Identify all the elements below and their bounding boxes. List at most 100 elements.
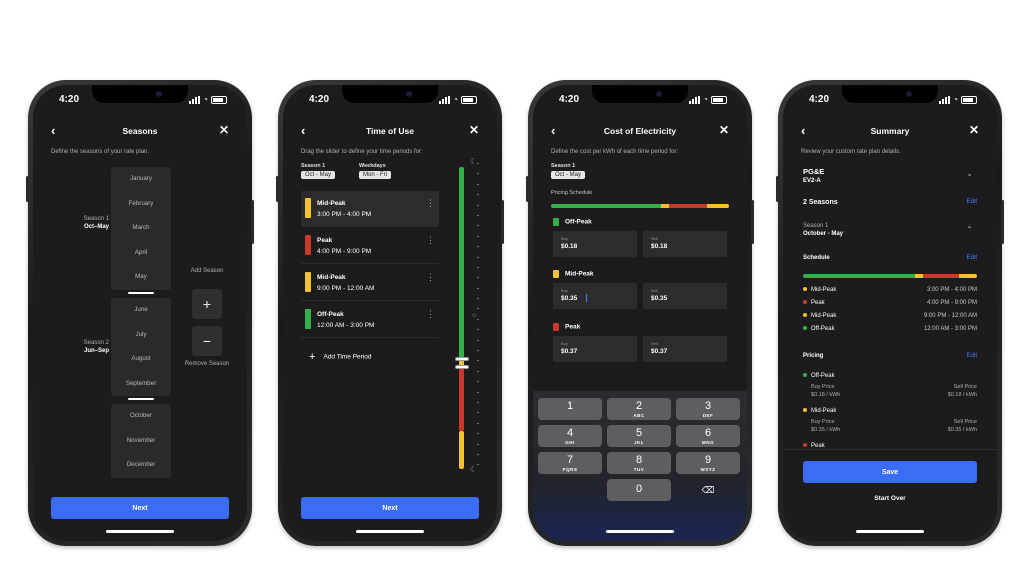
edit-schedule-link[interactable]: Edit <box>967 255 977 261</box>
schedule-row: Mid-Peak 9:00 PM - 12:00 AM <box>803 313 977 323</box>
key-4[interactable]: 4 GHI <box>538 425 602 447</box>
signal-icon <box>189 95 201 104</box>
key-9[interactable]: 9 WXYZ <box>676 452 740 474</box>
time-period-row[interactable]: Mid-Peak 9:00 PM - 12:00 AM ⋮ <box>301 265 439 301</box>
month-item[interactable]: August <box>111 347 171 372</box>
chevron-down-icon[interactable]: ⌄ <box>966 169 973 178</box>
sell-value: $0.35 <box>651 295 668 302</box>
close-icon[interactable]: ✕ <box>719 123 729 137</box>
buy-price-input[interactable]: Buy $0.18 <box>553 231 637 257</box>
month-item[interactable]: July <box>111 323 171 348</box>
days-chip[interactable]: Mon - Fri <box>359 171 391 179</box>
schedule-bar-midpeak <box>707 204 729 208</box>
dot-icon <box>803 287 807 292</box>
close-icon[interactable]: ✕ <box>469 123 479 137</box>
month-list-season-2[interactable]: June July August September <box>111 298 171 396</box>
more-options-icon[interactable]: ⋮ <box>426 198 435 209</box>
pricing-item: Mid-Peak Buy Price $0.35 / kWh Sell Price… <box>803 408 977 433</box>
plus-icon: + <box>309 351 316 363</box>
key-6[interactable]: 6 MNO <box>676 425 740 447</box>
backspace-key[interactable]: ⌫ <box>676 479 740 501</box>
month-item[interactable]: April <box>111 241 171 266</box>
close-icon[interactable]: ✕ <box>969 123 979 137</box>
utility-row[interactable]: PG&E EV2-A <box>803 167 977 184</box>
key-5[interactable]: 5 JKL <box>607 425 671 447</box>
edit-seasons-link[interactable]: Edit <box>967 199 977 205</box>
season-chip-group: Season 1 Oct - May <box>551 163 586 179</box>
month-item[interactable]: December <box>111 453 171 478</box>
season-chip[interactable]: Oct - May <box>551 171 586 179</box>
more-options-icon[interactable]: ⋮ <box>426 272 435 283</box>
period-name: Mid-Peak <box>811 287 837 293</box>
month-item[interactable]: October <box>111 404 171 429</box>
month-list-season-1-fall[interactable]: October November December <box>111 404 171 478</box>
slider-handle[interactable] <box>455 357 469 361</box>
add-season-label: Add Season <box>190 268 224 274</box>
period-name: Mid-Peak <box>811 313 837 319</box>
text-cursor <box>586 294 587 302</box>
next-button[interactable]: Next <box>51 497 229 519</box>
add-time-period-label: Add Time Period <box>323 353 372 361</box>
buy-price: Buy Price $0.35 / kWh <box>811 419 841 433</box>
season-divider-handle[interactable] <box>128 292 154 294</box>
key-1[interactable]: 1 <box>538 398 602 420</box>
dot-icon <box>803 443 807 448</box>
period-name: Peak <box>317 237 333 244</box>
color-swatch <box>553 323 559 331</box>
season-1-row[interactable]: Season 1 October - May <box>803 223 977 237</box>
key-0[interactable]: 0 <box>607 479 671 501</box>
period-range: 4:00 PM - 9:00 PM <box>926 300 977 306</box>
dot-icon <box>803 373 807 378</box>
add-time-period-button[interactable]: + Add Time Period <box>309 351 372 363</box>
chevron-up-icon[interactable]: ⌃ <box>966 225 973 234</box>
start-over-button[interactable]: Start Over <box>783 495 997 502</box>
season-divider-handle[interactable] <box>128 398 154 400</box>
buy-caption: Buy <box>561 341 568 346</box>
period-color-bar <box>305 309 311 329</box>
slider-handle[interactable] <box>455 365 469 369</box>
buy-price-input[interactable]: Buy $0.37 <box>553 336 637 362</box>
period-range: 9:00 PM - 12:00 AM <box>317 285 375 292</box>
month-item[interactable]: January <box>111 167 171 192</box>
nav-bar: ‹ Cost of Electricity ✕ <box>533 123 747 139</box>
save-button[interactable]: Save <box>803 461 977 483</box>
month-item[interactable]: November <box>111 429 171 454</box>
month-item[interactable]: May <box>111 265 171 290</box>
time-period-row[interactable]: Mid-Peak 3:00 PM - 4:00 PM ⋮ <box>301 191 439 227</box>
sell-price-input[interactable]: Sell $0.18 <box>643 231 727 257</box>
time-period-row[interactable]: Off-Peak 12:00 AM - 3:00 PM ⋮ <box>301 302 439 338</box>
time-period-row[interactable]: Peak 4:00 PM - 9:00 PM ⋮ <box>301 228 439 264</box>
season-chip[interactable]: Oct - May <box>301 171 336 179</box>
month-item[interactable]: March <box>111 216 171 241</box>
status-time: 4:20 <box>809 94 830 105</box>
key-3[interactable]: 3 DEF <box>676 398 740 420</box>
close-icon[interactable]: ✕ <box>219 123 229 137</box>
month-item[interactable]: February <box>111 192 171 217</box>
schedule-slider-offpeak <box>459 167 464 360</box>
utility-name: PG&E <box>803 167 825 176</box>
next-button[interactable]: Next <box>301 497 479 519</box>
page-subtitle: Define the cost per kWh of each time per… <box>551 149 679 155</box>
sell-price-input[interactable]: Sell $0.35 <box>643 283 727 309</box>
key-2[interactable]: 2 ABC <box>607 398 671 420</box>
notch <box>592 85 688 103</box>
key-8[interactable]: 8 TUV <box>607 452 671 474</box>
edit-pricing-link[interactable]: Edit <box>967 353 977 359</box>
schedule-header: Schedule Edit <box>803 255 977 261</box>
sell-price-input[interactable]: Sell $0.37 <box>643 336 727 362</box>
battery-icon <box>961 95 977 104</box>
buy-price-input[interactable]: Buy $0.35 <box>553 283 637 309</box>
remove-season-button[interactable]: − <box>192 326 222 356</box>
add-season-button[interactable]: + <box>192 289 222 319</box>
more-options-icon[interactable]: ⋮ <box>426 309 435 320</box>
month-list-season-1-spring[interactable]: January February March April May <box>111 167 171 290</box>
month-item[interactable]: June <box>111 298 171 323</box>
dot-icon <box>803 326 807 331</box>
period-name: Off-Peak <box>317 311 344 318</box>
month-item[interactable]: September <box>111 372 171 397</box>
home-indicator <box>606 530 674 533</box>
key-7[interactable]: 7 PQRS <box>538 452 602 474</box>
section-name: Off-Peak <box>565 218 592 226</box>
more-options-icon[interactable]: ⋮ <box>426 235 435 246</box>
sell-value: $0.18 <box>651 243 668 250</box>
